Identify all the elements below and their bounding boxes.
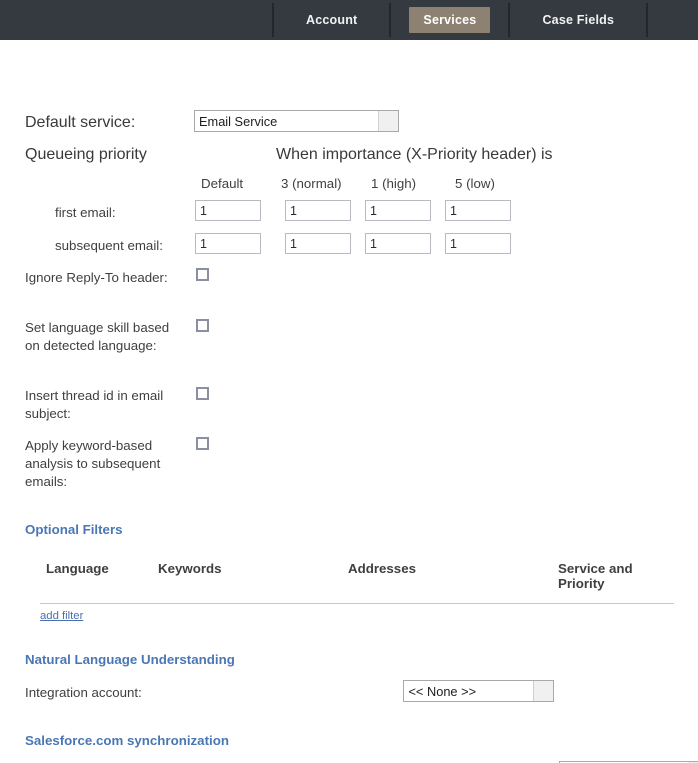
tab-separator [646, 3, 649, 37]
filters-column-addresses: Addresses [348, 561, 416, 576]
queueing-priority-label: Queueing priority [25, 146, 147, 163]
optional-filters-heading: Optional Filters [25, 522, 123, 537]
priority-column-low: 5 (low) [455, 176, 495, 191]
nlu-account-select-wrapper[interactable]: << None >> [403, 680, 555, 702]
ignore-reply-to-label: Ignore Reply-To header: [25, 270, 168, 285]
default-service-select[interactable]: Email Service [194, 110, 399, 132]
filters-column-service-priority: Service and Priority [558, 561, 633, 591]
importance-caption: When importance (X-Priority header) is [276, 146, 553, 163]
top-tab-bar: Account Services Case Fields [0, 0, 698, 40]
filters-column-keywords: Keywords [158, 561, 222, 576]
tab-case-fields-label: Case Fields [542, 13, 615, 27]
subsequent-email-normal-input[interactable] [285, 233, 351, 254]
apply-keyword-analysis-checkbox[interactable] [196, 437, 209, 450]
priority-column-high: 1 (high) [371, 176, 417, 191]
salesforce-heading: Salesforce.com synchronization [25, 733, 229, 748]
insert-thread-id-label: Insert thread id in email subject: [25, 388, 164, 421]
tab-case-fields[interactable]: Case Fields [510, 0, 646, 40]
subsequent-email-high-input[interactable] [365, 233, 431, 254]
tab-services-label: Services [409, 7, 491, 33]
default-service-select-wrapper[interactable]: Email Service [194, 110, 399, 132]
priority-column-normal: 3 (normal) [281, 176, 342, 191]
tab-account[interactable]: Account [274, 0, 389, 40]
first-email-default-input[interactable] [195, 200, 261, 221]
tab-services[interactable]: Services [391, 0, 508, 40]
nlu-heading: Natural Language Understanding [25, 652, 235, 667]
apply-keyword-analysis-label: Apply keyword-based analysis to subseque… [25, 438, 161, 489]
first-email-normal-input[interactable] [285, 200, 351, 221]
filters-column-language: Language [46, 561, 109, 576]
ignore-reply-to-checkbox[interactable] [196, 268, 209, 281]
add-filter-link[interactable]: add filter [40, 610, 83, 622]
insert-thread-id-checkbox[interactable] [196, 387, 209, 400]
first-email-high-input[interactable] [365, 200, 431, 221]
default-service-label: Default service: [25, 114, 136, 131]
nlu-account-label: Integration account: [25, 685, 142, 700]
subsequent-email-low-input[interactable] [445, 233, 511, 254]
filters-divider [40, 603, 674, 604]
first-email-low-input[interactable] [445, 200, 511, 221]
tab-account-label: Account [306, 13, 358, 27]
first-email-label: first email: [55, 205, 116, 220]
set-language-skill-checkbox[interactable] [196, 319, 209, 332]
subsequent-email-label: subsequent email: [55, 238, 163, 253]
subsequent-email-default-input[interactable] [195, 233, 261, 254]
set-language-skill-label: Set language skill based on detected lan… [25, 320, 170, 353]
nlu-account-select[interactable]: << None >> [403, 680, 555, 702]
priority-column-default: Default [201, 176, 244, 191]
services-settings-panel: Default service: Email Service Queueing … [0, 40, 698, 763]
